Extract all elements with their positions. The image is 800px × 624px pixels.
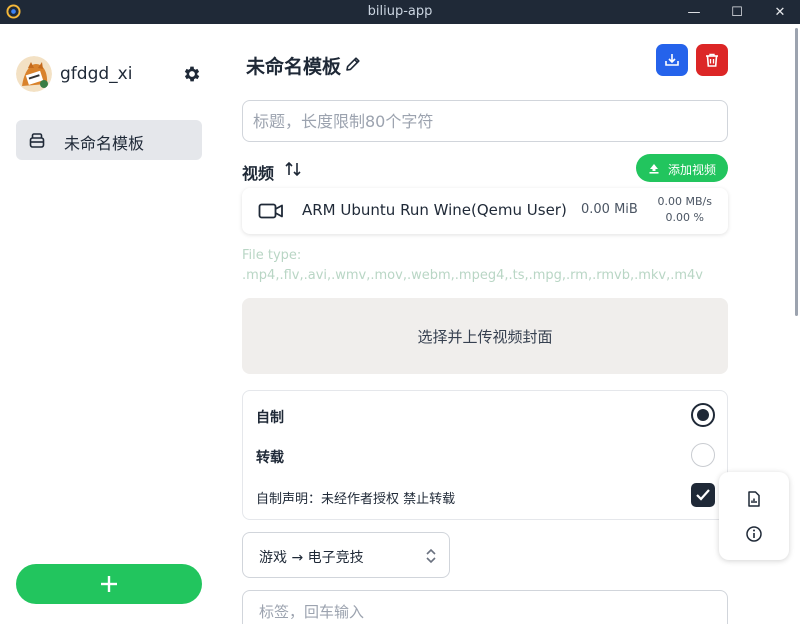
title-bar: biliup-app — ☐ ✕: [0, 0, 800, 24]
video-name: ARM Ubuntu Run Wine(Qemu User): [302, 201, 567, 219]
gear-icon[interactable]: [182, 64, 202, 84]
floating-tool-panel: [719, 472, 789, 560]
category-value: 游戏 → 电子竞技: [259, 550, 364, 566]
add-video-label: 添加视频: [668, 163, 717, 177]
minimize-button[interactable]: —: [674, 0, 714, 24]
sidebar-item-template[interactable]: 未命名模板: [16, 120, 202, 160]
page-title: 未命名模板: [246, 56, 342, 78]
upload-speed: 0.00 MB/s: [657, 195, 712, 208]
original-option-label: 自制: [256, 410, 284, 426]
sort-icon[interactable]: [284, 160, 302, 178]
trash-icon: [706, 53, 718, 67]
username: gfdgd_xi: [60, 64, 133, 84]
sidebar-item-label: 未命名模板: [64, 134, 145, 153]
chevron-up-down-icon: [426, 548, 436, 564]
scrollbar[interactable]: [795, 28, 798, 316]
maximize-button[interactable]: ☐: [717, 0, 757, 24]
report-icon[interactable]: [745, 490, 763, 508]
download-icon: [665, 54, 679, 66]
close-button[interactable]: ✕: [760, 0, 800, 24]
repost-option-label: 转载: [256, 450, 284, 466]
video-list-item[interactable]: ARM Ubuntu Run Wine(Qemu User) 0.00 MiB …: [242, 188, 728, 234]
main-panel: 未命名模板 视频 添加视频: [220, 24, 800, 624]
cover-upload-area[interactable]: 选择并上传视频封面: [242, 298, 728, 374]
video-size: 0.00 MiB: [581, 202, 638, 217]
cover-upload-label: 选择并上传视频封面: [417, 328, 553, 346]
original-radio[interactable]: [691, 403, 715, 427]
plus-icon: [101, 576, 117, 592]
tag-input[interactable]: [242, 590, 728, 624]
sidebar: gfdgd_xi 未命名模板: [0, 24, 220, 624]
video-camera-icon: [258, 203, 283, 219]
file-type-label: File type:: [242, 248, 302, 263]
delete-button[interactable]: [696, 44, 728, 76]
save-button[interactable]: [656, 44, 688, 76]
video-section-label: 视频: [242, 164, 275, 183]
add-video-button[interactable]: 添加视频: [636, 154, 728, 182]
title-input[interactable]: [242, 100, 728, 142]
repost-radio[interactable]: [691, 443, 715, 467]
file-type-list: .mp4,.flv,.avi,.wmv,.mov,.webm,.mpeg4,.t…: [242, 268, 703, 283]
declaration-checkbox[interactable]: [691, 483, 715, 507]
pencil-icon[interactable]: [344, 55, 362, 73]
add-template-button[interactable]: [16, 564, 202, 604]
declaration-label: 自制声明：未经作者授权 禁止转载: [256, 492, 456, 507]
category-select[interactable]: 游戏 → 电子竞技: [242, 532, 450, 578]
upload-icon: [649, 164, 659, 174]
copyright-options: 自制 转载 自制声明：未经作者授权 禁止转载: [242, 390, 728, 520]
archive-icon: [29, 133, 45, 148]
info-icon[interactable]: [745, 525, 763, 543]
check-icon: [696, 489, 710, 501]
avatar[interactable]: [16, 56, 52, 92]
upload-progress: 0.00 %: [665, 211, 704, 224]
